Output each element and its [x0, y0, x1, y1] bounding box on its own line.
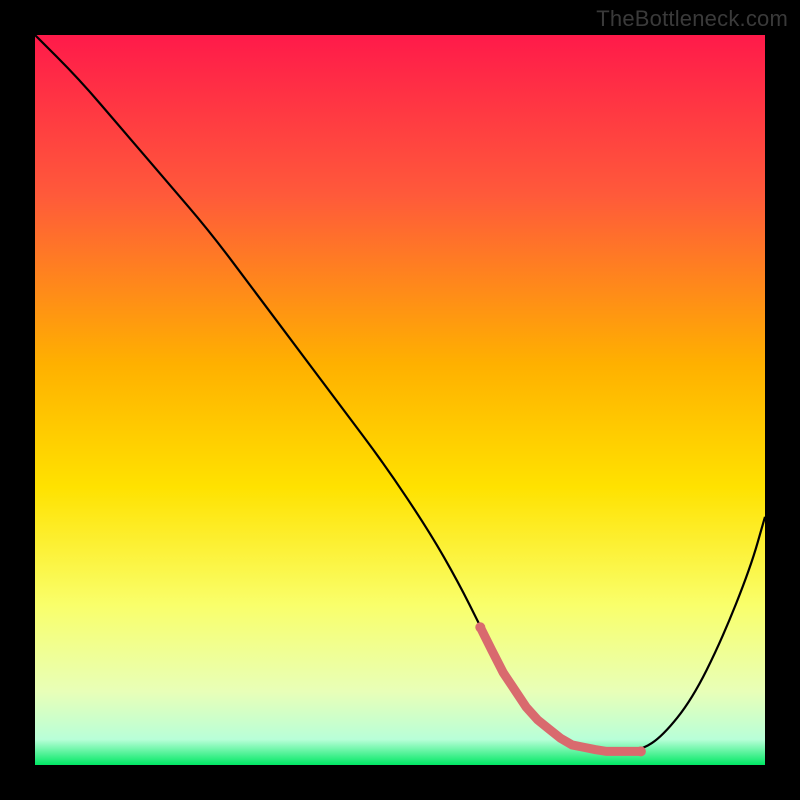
- watermark-text: TheBottleneck.com: [596, 6, 788, 32]
- bottleneck-curve: [35, 35, 765, 765]
- optimal-band-line: [480, 627, 641, 751]
- plot-area: [35, 35, 765, 765]
- optimal-band-dot-left: [475, 622, 485, 632]
- curve-line: [35, 35, 765, 750]
- optimal-band-dot-right: [636, 746, 646, 756]
